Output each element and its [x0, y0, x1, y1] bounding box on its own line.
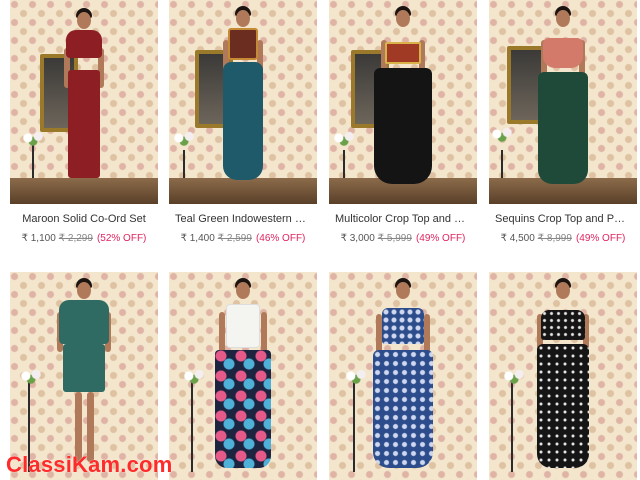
sale-price: ₹ 1,400: [180, 233, 215, 244]
product-image[interactable]: [489, 0, 637, 204]
model: [54, 8, 114, 198]
flower-decor: [331, 130, 357, 146]
product-image[interactable]: [10, 272, 158, 480]
model-head: [77, 12, 91, 29]
product-title[interactable]: Teal Green Indowestern Co...: [169, 213, 317, 225]
stand-decor: [511, 382, 513, 472]
flower-decor: [181, 368, 207, 384]
product-image[interactable]: [489, 272, 637, 480]
outfit-bottom: [63, 344, 105, 392]
product-title[interactable]: Sequins Crop Top and Pala...: [489, 213, 637, 225]
stand-decor: [353, 382, 355, 472]
flower-decor: [489, 126, 515, 142]
original-price: ₹ 5,999: [377, 233, 412, 244]
outfit-top: [541, 310, 585, 340]
flower-decor: [18, 368, 44, 384]
outfit-top: [66, 30, 102, 58]
product-title[interactable]: Maroon Solid Co-Ord Set: [10, 213, 158, 225]
product-card[interactable]: [10, 272, 158, 480]
outfit-bottom: [373, 350, 433, 468]
model: [368, 278, 438, 478]
discount-badge: (49% OFF): [575, 233, 626, 244]
outfit-bottom: [223, 62, 263, 180]
outfit-top: [228, 28, 258, 60]
product-card[interactable]: Maroon Solid Co-Ord Set ₹ 1,100 ₹ 2,299 (5…: [10, 0, 158, 252]
price-row: ₹ 1,400 ₹ 2,599 (46% OFF): [169, 233, 317, 244]
outfit-bottom: [68, 70, 100, 178]
discount-badge: (49% OFF): [415, 233, 466, 244]
model-head: [396, 10, 410, 27]
original-price: ₹ 8,999: [537, 233, 572, 244]
flower-decor: [20, 130, 46, 146]
flower-decor: [343, 368, 369, 384]
product-image[interactable]: [10, 0, 158, 204]
model-head: [77, 282, 91, 299]
price-row: ₹ 3,000 ₹ 5,999 (49% OFF): [329, 233, 477, 244]
outfit-bottom: [537, 344, 589, 468]
stand-decor: [32, 140, 34, 180]
site-watermark: ClassiKam.com: [6, 452, 173, 477]
product-card[interactable]: Sequins Crop Top and Pala... ₹ 4,500 ₹ 8,…: [489, 0, 637, 252]
outfit-bottom: [538, 72, 588, 184]
flower-decor: [171, 130, 197, 146]
sale-price: ₹ 1,100: [21, 233, 56, 244]
model: [533, 6, 593, 198]
outfit-bottom: [374, 68, 432, 184]
product-image[interactable]: [169, 0, 317, 204]
sale-price: ₹ 3,000: [340, 233, 375, 244]
product-image[interactable]: [169, 272, 317, 480]
model-head: [556, 10, 570, 27]
price-row: ₹ 1,100 ₹ 2,299 (52% OFF): [10, 233, 158, 244]
discount-badge: (46% OFF): [255, 233, 306, 244]
product-title[interactable]: Multicolor Crop Top and Pa...: [329, 213, 477, 225]
model: [49, 278, 119, 478]
discount-badge: (52% OFF): [96, 233, 147, 244]
outfit-top: [59, 300, 109, 344]
model: [213, 6, 273, 198]
model-head: [236, 282, 250, 299]
stand-decor: [191, 382, 193, 472]
product-card[interactable]: [169, 272, 317, 480]
model: [531, 278, 595, 478]
sale-price: ₹ 4,500: [500, 233, 535, 244]
outfit-top: [382, 308, 424, 344]
price-row: ₹ 4,500 ₹ 8,999 (49% OFF): [489, 233, 637, 244]
product-card[interactable]: Multicolor Crop Top and Pa... ₹ 3,000 ₹ 5…: [329, 0, 477, 252]
product-card[interactable]: [329, 272, 477, 480]
model-head: [396, 282, 410, 299]
model: [211, 278, 275, 478]
outfit-top: [385, 42, 421, 64]
model-head: [556, 282, 570, 299]
outfit-bottom: [215, 350, 271, 468]
outfit-top: [543, 38, 583, 68]
original-price: ₹ 2,299: [58, 233, 93, 244]
model: [371, 6, 435, 198]
product-image[interactable]: [329, 272, 477, 480]
model-head: [236, 10, 250, 27]
original-price: ₹ 2,599: [217, 233, 252, 244]
flower-decor: [501, 368, 527, 384]
product-card[interactable]: Teal Green Indowestern Co... ₹ 1,400 ₹ 2,…: [169, 0, 317, 252]
outfit-top: [226, 304, 260, 348]
product-card[interactable]: [489, 272, 637, 480]
product-image[interactable]: [329, 0, 477, 204]
